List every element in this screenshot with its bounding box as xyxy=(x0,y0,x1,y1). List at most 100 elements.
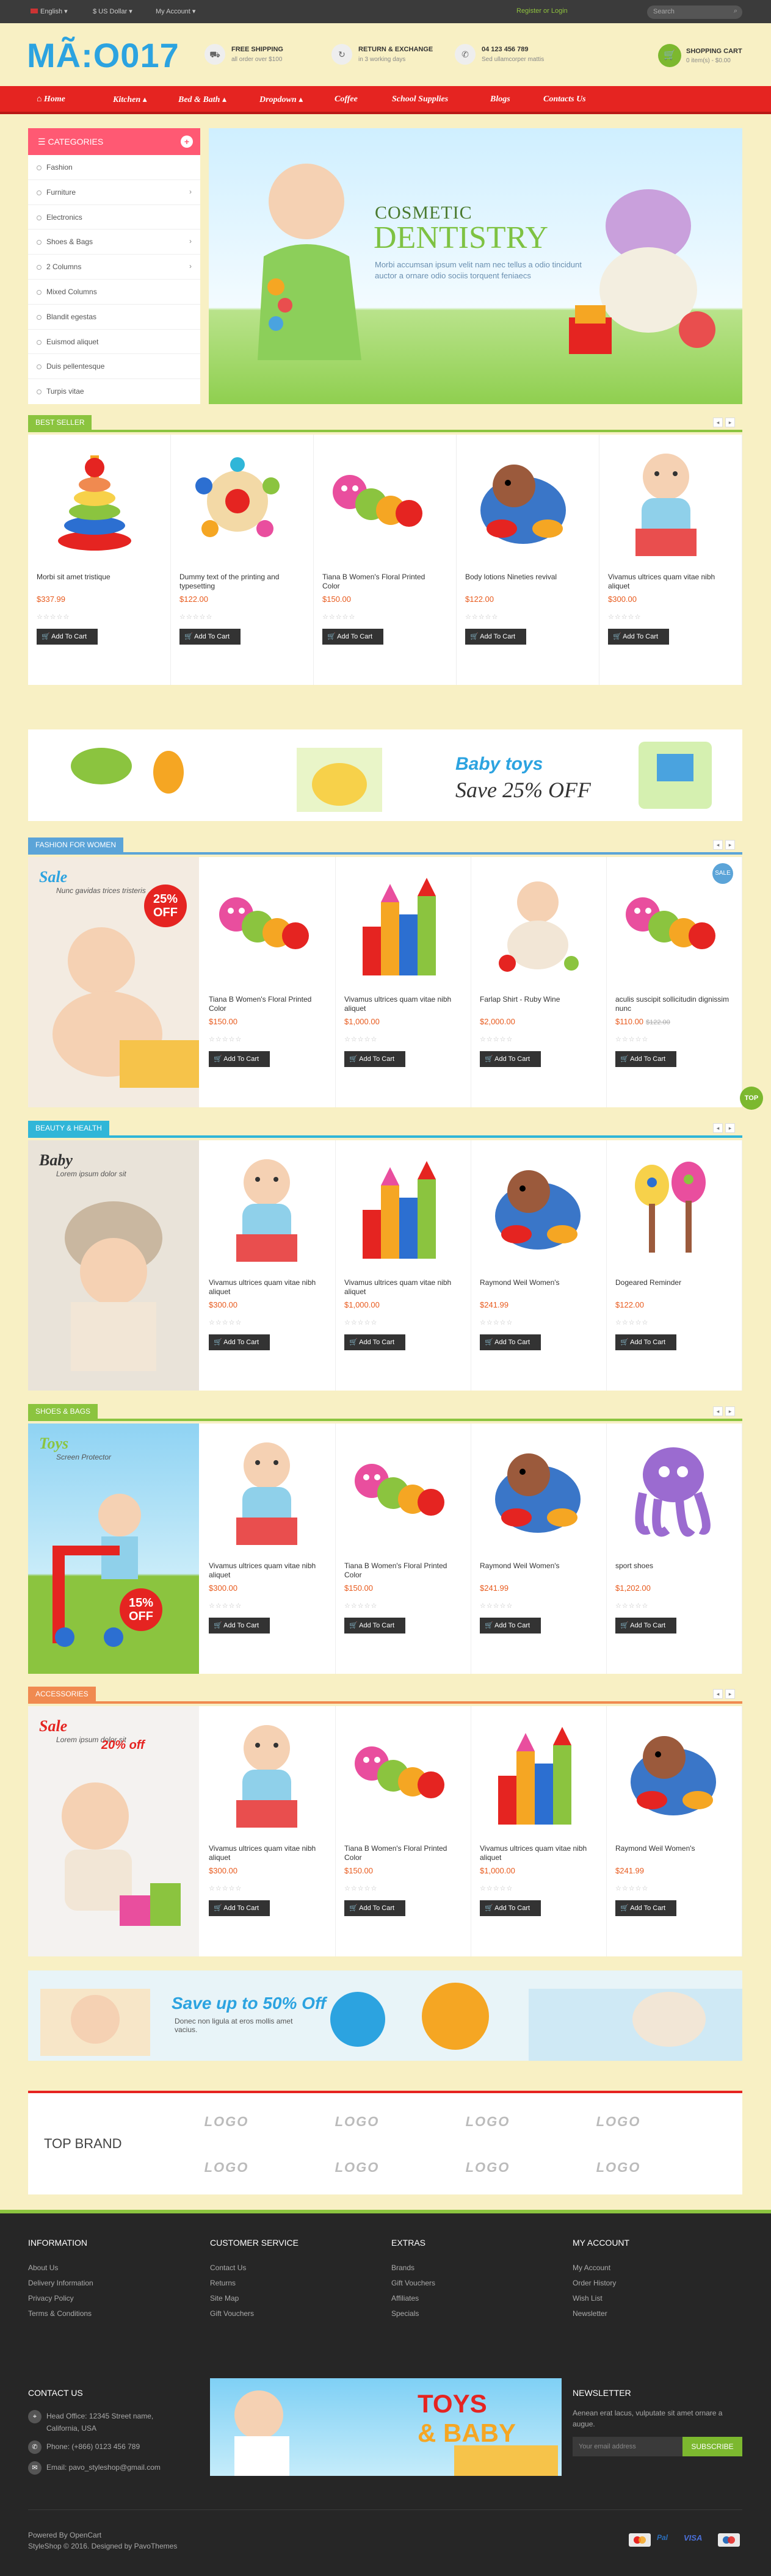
product-image[interactable] xyxy=(480,866,596,982)
product-name[interactable]: Morbi sit amet tristique xyxy=(37,573,156,582)
product-card[interactable]: Tiana B Women's Floral Printed Color $150… xyxy=(336,1706,471,1956)
product-image[interactable] xyxy=(480,1149,596,1265)
chevron-left-icon[interactable]: ◂ xyxy=(713,840,723,850)
brand-logo[interactable]: LOGO xyxy=(161,2148,292,2187)
chevron-right-icon[interactable]: ▸ xyxy=(725,1406,735,1416)
add-to-cart-button[interactable]: 🛒 Add To Cart xyxy=(344,1900,405,1916)
currency-select[interactable]: $ US Dollar ▾ xyxy=(93,7,132,15)
product-image[interactable] xyxy=(344,1432,460,1548)
add-to-cart-button[interactable]: 🛒 Add To Cart xyxy=(344,1618,405,1634)
add-to-cart-button[interactable]: 🛒 Add To Cart xyxy=(465,629,526,645)
footer-link[interactable]: Privacy Policy xyxy=(28,2294,74,2303)
product-image[interactable] xyxy=(465,443,581,559)
footer-link[interactable]: My Account xyxy=(573,2263,610,2272)
footer-link[interactable]: Contact Us xyxy=(210,2263,246,2272)
product-name[interactable]: aculis suscipit sollicitudin dignissim n… xyxy=(615,995,735,1013)
product-name[interactable]: Vivamus ultrices quam vitae nibh aliquet xyxy=(209,1278,328,1297)
footer-link[interactable]: Wish List xyxy=(573,2294,603,2303)
category-item[interactable]: Fashion xyxy=(28,155,200,180)
product-name[interactable]: Vivamus ultrices quam vitae nibh aliquet xyxy=(209,1844,328,1862)
product-name[interactable]: Tiana B Women's Floral Printed Color xyxy=(209,995,328,1013)
product-name[interactable]: Body lotions Nineties revival xyxy=(465,573,585,582)
brand-logo[interactable]: LOGO xyxy=(422,2102,553,2141)
hero-slider[interactable]: COSMETIC DENTISTRY Morbi accumsan ipsum … xyxy=(209,128,742,404)
product-image[interactable] xyxy=(480,1432,596,1548)
footer-link[interactable]: Newsletter xyxy=(573,2309,607,2318)
product-name[interactable]: Tiana B Women's Floral Printed Color xyxy=(322,573,442,591)
product-image[interactable] xyxy=(37,443,153,559)
site-logo[interactable]: MÃ:O017 xyxy=(27,35,179,75)
category-item[interactable]: Furniture › xyxy=(28,180,200,205)
add-to-cart-button[interactable]: 🛒 Add To Cart xyxy=(615,1334,676,1350)
product-name[interactable]: Tiana B Women's Floral Printed Color xyxy=(344,1844,464,1862)
add-to-cart-button[interactable]: 🛒 Add To Cart xyxy=(608,629,669,645)
plus-icon[interactable]: + xyxy=(181,136,193,148)
footer-link[interactable]: Terms & Conditions xyxy=(28,2309,92,2318)
promo-banner[interactable]: Baby Lorem ipsum dolor sit xyxy=(28,1140,199,1391)
category-item[interactable]: Blandit egestas xyxy=(28,305,200,330)
footer-link[interactable]: Site Map xyxy=(210,2294,239,2303)
product-name[interactable]: Vivamus ultrices quam vitae nibh aliquet xyxy=(608,573,728,591)
search-input[interactable]: Search ⌕ xyxy=(647,5,742,19)
product-name[interactable]: Tiana B Women's Floral Printed Color xyxy=(344,1561,464,1580)
add-to-cart-button[interactable]: 🛒 Add To Cart xyxy=(344,1334,405,1350)
product-image[interactable] xyxy=(209,866,325,982)
footer-link[interactable]: Delivery Information xyxy=(28,2279,93,2287)
promo-banner[interactable]: Sale Nunc gavidas trices tristeris 25% OFF xyxy=(28,857,199,1107)
add-to-cart-button[interactable]: 🛒 Add To Cart xyxy=(480,1618,541,1634)
product-name[interactable]: Vivamus ultrices quam vitae nibh aliquet xyxy=(344,1278,464,1297)
product-image[interactable] xyxy=(615,1432,731,1548)
product-image[interactable] xyxy=(615,1149,731,1265)
footer-link[interactable]: Gift Vouchers xyxy=(391,2279,435,2287)
chevron-left-icon[interactable]: ◂ xyxy=(713,418,723,427)
product-name[interactable]: Raymond Weil Women's xyxy=(615,1844,735,1853)
product-card[interactable]: Tiana B Women's Floral Printed Color $150… xyxy=(336,1424,471,1674)
add-to-cart-button[interactable]: 🛒 Add To Cart xyxy=(480,1051,541,1067)
product-image[interactable] xyxy=(480,1715,596,1831)
product-image[interactable] xyxy=(615,1715,731,1831)
nav-bed-bath[interactable]: Bed & Bath ▴ xyxy=(178,95,226,105)
product-card[interactable]: Vivamus ultrices quam vitae nibh aliquet… xyxy=(200,1706,336,1956)
chevron-right-icon[interactable]: ▸ xyxy=(725,1689,735,1699)
product-name[interactable]: Vivamus ultrices quam vitae nibh aliquet xyxy=(344,995,464,1013)
add-to-cart-button[interactable]: 🛒 Add To Cart xyxy=(179,629,241,645)
nav-contacts[interactable]: Contacts Us xyxy=(543,95,586,104)
add-to-cart-button[interactable]: 🛒 Add To Cart xyxy=(344,1051,405,1067)
subscribe-button[interactable]: SUBSCRIBE xyxy=(682,2437,742,2456)
category-item[interactable]: Euismod aliquet xyxy=(28,330,200,355)
product-name[interactable]: Farlap Shirt - Ruby Wine xyxy=(480,995,599,1004)
banner-baby-toys[interactable]: Baby toys Save 25% OFF xyxy=(28,729,742,821)
category-item[interactable]: Mixed Columns xyxy=(28,280,200,305)
product-card[interactable]: aculis suscipit sollicitudin dignissim n… xyxy=(607,857,742,1107)
my-account-menu[interactable]: My Account ▾ xyxy=(156,7,195,15)
add-to-cart-button[interactable]: 🛒 Add To Cart xyxy=(480,1900,541,1916)
add-to-cart-button[interactable]: 🛒 Add To Cart xyxy=(615,1900,676,1916)
product-name[interactable]: sport shoes xyxy=(615,1561,735,1571)
nav-kitchen[interactable]: Kitchen ▴ xyxy=(113,95,147,105)
product-image[interactable] xyxy=(322,443,438,559)
add-to-cart-button[interactable]: 🛒 Add To Cart xyxy=(37,629,98,645)
add-to-cart-button[interactable]: 🛒 Add To Cart xyxy=(322,629,383,645)
product-card[interactable]: Raymond Weil Women's $241.99 ☆☆☆☆☆ 🛒 Add To… xyxy=(471,1140,607,1391)
language-select[interactable]: English ▾ xyxy=(31,7,68,15)
product-name[interactable]: Raymond Weil Women's xyxy=(480,1561,599,1571)
chevron-right-icon[interactable]: ▸ xyxy=(725,840,735,850)
category-item[interactable]: Duis pellentesque xyxy=(28,354,200,380)
nav-home[interactable]: ⌂ Home xyxy=(37,95,65,104)
nav-school-supplies[interactable]: School Supplies xyxy=(392,95,448,104)
brand-logo[interactable]: LOGO xyxy=(553,2148,684,2187)
footer-link[interactable]: About Us xyxy=(28,2263,58,2272)
product-card[interactable]: Raymond Weil Women's $241.99 ☆☆☆☆☆ 🛒 Add To… xyxy=(607,1706,742,1956)
product-image[interactable] xyxy=(344,1715,460,1831)
product-image[interactable] xyxy=(344,1149,460,1265)
product-card[interactable]: sport shoes $1,202.00 ☆☆☆☆☆ 🛒 Add To Cart xyxy=(607,1424,742,1674)
product-card[interactable]: Raymond Weil Women's $241.99 ☆☆☆☆☆ 🛒 Add To… xyxy=(471,1424,607,1674)
category-item[interactable]: Electronics xyxy=(28,205,200,230)
add-to-cart-button[interactable]: 🛒 Add To Cart xyxy=(209,1900,270,1916)
brand-logo[interactable]: LOGO xyxy=(553,2102,684,2141)
product-image[interactable] xyxy=(179,443,295,559)
brand-logo[interactable]: LOGO xyxy=(292,2148,422,2187)
product-card[interactable]: Dogeared Reminder $122.00 ☆☆☆☆☆ 🛒 Add To Ca… xyxy=(607,1140,742,1391)
add-to-cart-button[interactable]: 🛒 Add To Cart xyxy=(209,1051,270,1067)
promo-banner[interactable]: Toys Screen Protector 15% OFF xyxy=(28,1424,199,1674)
